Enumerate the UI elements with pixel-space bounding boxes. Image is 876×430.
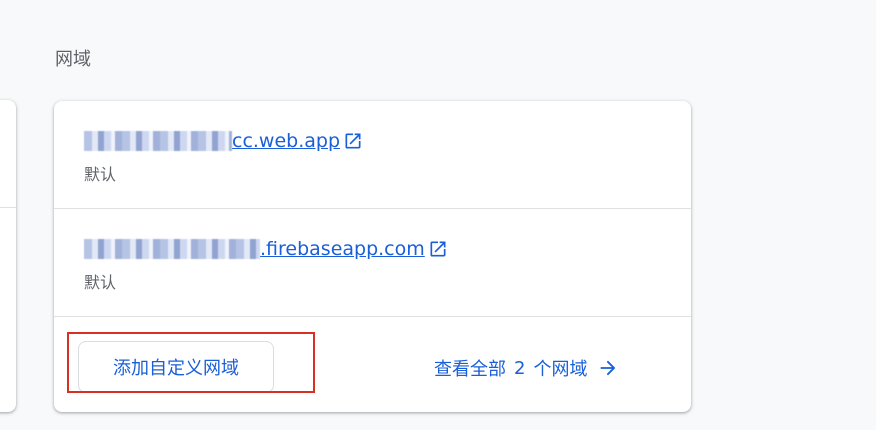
domain-line: .firebaseapp.com [84,237,448,261]
card-footer: 添加自定义网域 查看全部 2 个网域 [54,317,691,412]
section-title: 网域 [55,49,91,70]
redacted-domain-prefix [84,239,260,259]
page: 网域 cc.web.app 默认 .firebaseapp.com 默认 添加自… [0,0,876,430]
domain-row: .firebaseapp.com 默认 [54,209,691,316]
open-in-new-icon[interactable] [428,239,448,259]
domains-card: cc.web.app 默认 .firebaseapp.com 默认 添加自定义网… [54,101,691,412]
view-all-count: 2 [514,357,526,379]
view-all-suffix: 个网域 [533,359,588,380]
domain-row: cc.web.app 默认 [54,101,691,208]
default-label: 默认 [84,165,117,184]
domain-line: cc.web.app [84,129,363,153]
open-in-new-icon[interactable] [343,131,363,151]
redacted-domain-prefix [84,131,232,151]
adjacent-card-divider [0,207,16,208]
arrow-forward-icon [597,357,619,379]
view-all-prefix: 查看全部 [434,359,506,380]
domain-link[interactable]: .firebaseapp.com [260,238,425,260]
domain-link[interactable]: cc.web.app [232,130,340,152]
adjacent-card [0,100,16,412]
default-label: 默认 [84,273,117,292]
add-custom-domain-button[interactable]: 添加自定义网域 [78,341,274,393]
view-all-domains-link[interactable]: 查看全部 2 个网域 [434,355,619,381]
